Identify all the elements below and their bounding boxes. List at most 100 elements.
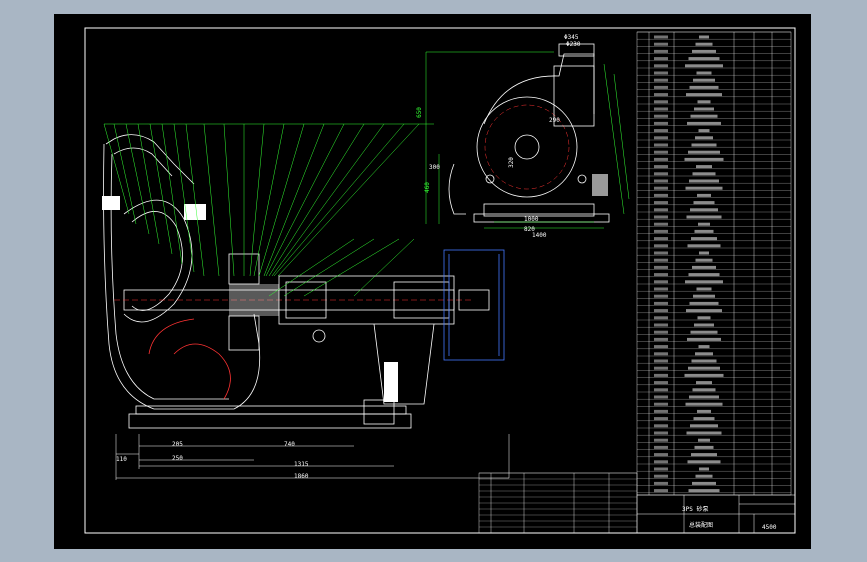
parts-list-code-mark xyxy=(654,373,668,377)
parts-list-entry-mark xyxy=(691,359,717,363)
parts-list-entry-mark xyxy=(693,78,715,82)
title-code: 4500 xyxy=(762,524,777,531)
parts-list-code-mark xyxy=(654,64,668,68)
parts-list-code-mark xyxy=(654,395,668,399)
dim-650: 650 xyxy=(415,107,423,118)
parts-list-entry-mark xyxy=(694,445,714,449)
dim-250: 250 xyxy=(172,455,183,462)
parts-list-code-mark xyxy=(654,337,668,341)
parts-list-code-mark xyxy=(654,121,668,125)
parts-list-code-mark xyxy=(654,107,668,111)
parts-list-code-mark xyxy=(654,273,668,277)
parts-list-code-mark xyxy=(654,424,668,428)
parts-list-entry-mark xyxy=(697,193,711,197)
dim-300: 300 xyxy=(429,164,440,171)
parts-list-entry-mark xyxy=(694,323,714,327)
parts-list-entry-mark xyxy=(686,431,722,435)
parts-list-entry-mark xyxy=(689,85,719,89)
parts-list-code-mark xyxy=(654,381,668,385)
parts-list-entry-mark xyxy=(693,294,715,298)
parts-list-entry-mark xyxy=(694,107,714,111)
parts-list-entry-mark xyxy=(688,273,720,277)
parts-list-code-mark xyxy=(654,129,668,133)
part-callout-leaders xyxy=(103,123,434,297)
parts-list-code-mark xyxy=(654,280,668,284)
parts-list-code-mark xyxy=(654,222,668,226)
dim-flange-230: Φ230 xyxy=(566,41,581,48)
parts-list-code-mark xyxy=(654,388,668,392)
parts-list-entry-mark xyxy=(685,280,723,284)
parts-list-entry-mark xyxy=(695,136,713,140)
parts-list-code-mark xyxy=(654,244,668,248)
parts-list-code-mark xyxy=(654,57,668,61)
pump-assembly-drawing xyxy=(84,27,796,534)
parts-list-entry-mark xyxy=(690,330,718,334)
side-view-dimension-lines xyxy=(425,51,630,229)
parts-list-entry-mark xyxy=(692,388,716,392)
parts-list-entry-mark xyxy=(692,481,716,485)
parts-list-code-mark xyxy=(654,215,668,219)
parts-list-code-mark xyxy=(654,78,668,82)
title-product: 3PS 砂泵 xyxy=(682,506,709,513)
parts-list-code-mark xyxy=(654,150,668,154)
parts-list-code-mark xyxy=(654,265,668,269)
parts-list-entry-mark xyxy=(694,229,714,233)
parts-list-code-mark xyxy=(654,287,668,291)
parts-list-entry-mark xyxy=(687,121,721,125)
parts-list-entry-mark xyxy=(684,373,724,377)
parts-list-code-mark xyxy=(654,489,668,493)
parts-list-entry-mark xyxy=(698,222,710,226)
parts-list-code-mark xyxy=(654,402,668,406)
parts-list-entry-mark xyxy=(699,35,709,39)
parts-list-entry-mark xyxy=(697,409,711,413)
parts-list-code-mark xyxy=(654,409,668,413)
parts-list-entry-mark xyxy=(685,402,723,406)
parts-list-entry-mark xyxy=(686,309,722,313)
parts-list-code-mark xyxy=(654,49,668,53)
dim-1860: 1860 xyxy=(294,473,309,480)
parts-list-code-mark xyxy=(654,467,668,471)
parts-list-code-mark xyxy=(654,42,668,46)
parts-list-entry-mark xyxy=(693,417,715,421)
parts-list-code-mark xyxy=(654,453,668,457)
parts-list-entry-mark xyxy=(695,474,713,478)
parts-list-entry-mark xyxy=(696,165,712,169)
parts-list-entry-mark xyxy=(692,49,716,53)
dim-1000: 1000 xyxy=(524,216,539,223)
dim-110: 110 xyxy=(116,456,127,463)
parts-list-entry-mark xyxy=(688,489,720,493)
parts-list-code-mark xyxy=(654,352,668,356)
parts-list-code-mark xyxy=(654,323,668,327)
parts-list-code-mark xyxy=(654,258,668,262)
parts-list-code-mark xyxy=(654,229,668,233)
parts-list-code-mark xyxy=(654,172,668,176)
parts-list-entry-mark xyxy=(688,366,720,370)
parts-list-entry-mark xyxy=(698,438,710,442)
parts-list-entry-mark xyxy=(686,93,722,97)
parts-list-code-mark xyxy=(654,481,668,485)
parts-list-code-mark xyxy=(654,165,668,169)
parts-list-entry-mark xyxy=(693,201,715,205)
parts-list-entry-mark xyxy=(689,179,719,183)
parts-list-code-mark xyxy=(654,201,668,205)
parts-list-code-mark xyxy=(654,93,668,97)
parts-list-code-mark xyxy=(654,136,668,140)
parts-list-code-mark xyxy=(654,438,668,442)
parts-list-entry-mark xyxy=(690,114,718,118)
parts-list-code-mark xyxy=(654,431,668,435)
parts-list-entry-mark xyxy=(691,143,717,147)
parts-list-entry-mark xyxy=(689,395,719,399)
parts-list-entry-mark xyxy=(684,157,724,161)
parts-list-code-mark xyxy=(654,100,668,104)
parts-list-code-mark xyxy=(654,157,668,161)
parts-list-entry-mark xyxy=(692,265,716,269)
parts-list-code-mark xyxy=(654,208,668,212)
parts-list-entry-mark xyxy=(695,258,713,262)
side-view xyxy=(448,43,610,223)
parts-list-entry-mark xyxy=(685,186,723,190)
parts-list-entry-mark xyxy=(697,100,711,104)
parts-list-entry-mark xyxy=(695,42,713,46)
parts-list-entry-mark xyxy=(698,345,710,349)
parts-list-entry-mark xyxy=(688,150,720,154)
dim-740: 740 xyxy=(284,441,295,448)
